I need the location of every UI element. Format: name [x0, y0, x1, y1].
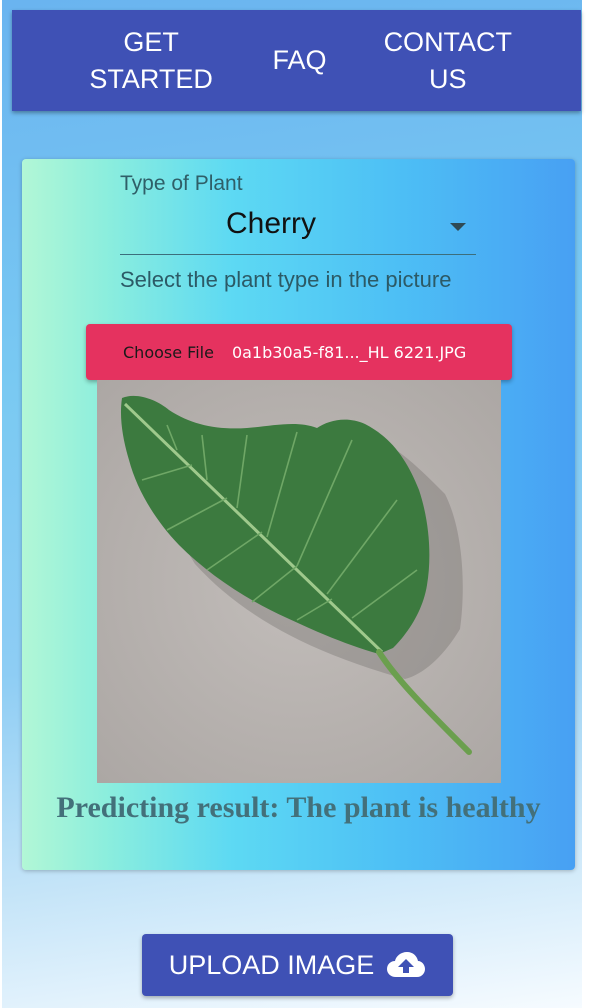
- upload-image-label: UPLOAD IMAGE: [168, 949, 375, 980]
- nav-faq[interactable]: FAQ: [259, 42, 339, 79]
- plant-type-value: Cherry: [225, 207, 316, 240]
- leaf-image-preview: [97, 380, 501, 783]
- cloud-upload-icon: [386, 951, 426, 979]
- app-bar: GET STARTED FAQ CONTACT US: [12, 10, 581, 111]
- plant-type-helper-text: Select the plant type in the picture: [120, 267, 452, 292]
- nav-contact-us[interactable]: CONTACT US: [378, 24, 518, 98]
- choose-file-button[interactable]: Choose File: [123, 343, 214, 362]
- nav-get-started[interactable]: GET STARTED: [81, 24, 221, 98]
- prediction-card: Type of Plant Cherry Select the plant ty…: [22, 159, 575, 870]
- file-input[interactable]: Choose File 0a1b30a5-f81..._HL 6221.JPG: [86, 324, 512, 380]
- prediction-result: Predicting result: The plant is healthy: [56, 791, 541, 824]
- upload-image-button[interactable]: UPLOAD IMAGE: [142, 934, 453, 996]
- dropdown-arrow-icon: [450, 223, 466, 231]
- selected-file-name: 0a1b30a5-f81..._HL 6221.JPG: [231, 342, 467, 362]
- plant-type-label: Type of Plant: [120, 172, 243, 195]
- plant-type-select[interactable]: Cherry: [120, 199, 476, 255]
